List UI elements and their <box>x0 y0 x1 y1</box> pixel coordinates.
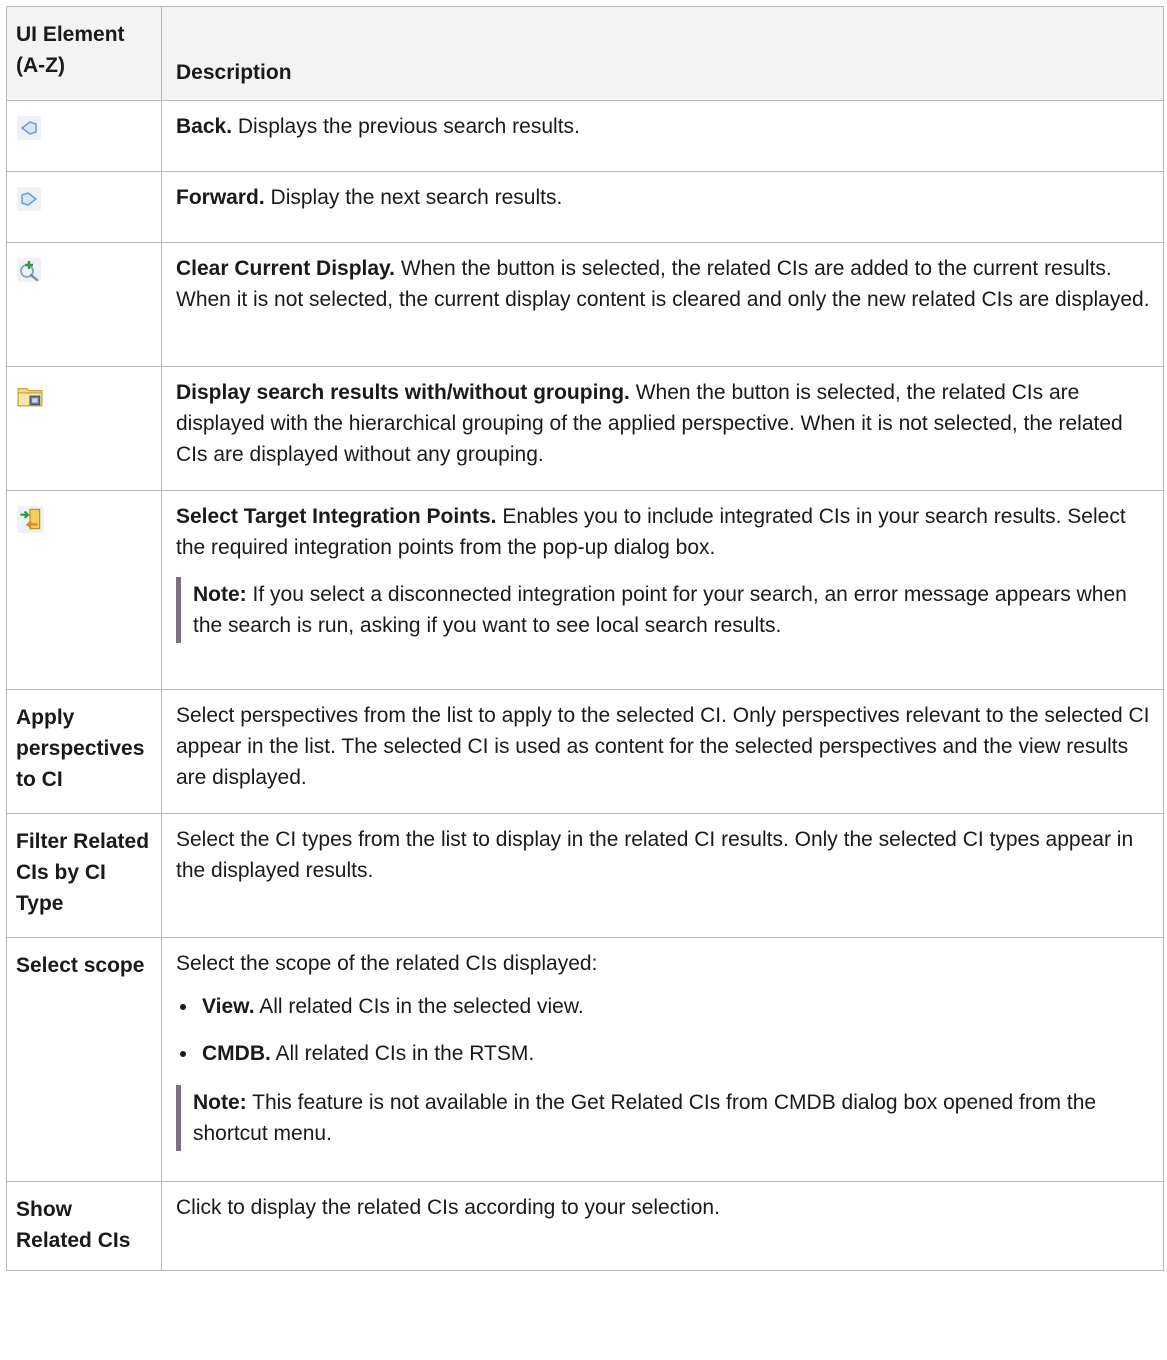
description-cell: Click to display the related CIs accordi… <box>161 1181 1164 1271</box>
row-text: Display the next search results. <box>264 186 563 209</box>
row-text: Displays the previous search results. <box>232 115 580 138</box>
bullet-label: CMDB. <box>202 1042 271 1065</box>
ui-element-cell <box>6 490 162 690</box>
note-block: Note: If you select a disconnected integ… <box>176 577 1155 643</box>
row-title: Forward. <box>176 186 265 209</box>
ui-element-cell <box>6 366 162 491</box>
description-cell: Back. Displays the previous search resul… <box>161 100 1164 172</box>
bullet-text: All related CIs in the RTSM. <box>270 1042 535 1065</box>
table-row: Apply perspectives to CI Select perspect… <box>6 689 1164 814</box>
table-row: Forward. Display the next search results… <box>6 171 1164 243</box>
row-text: Select the scope of the related CIs disp… <box>176 952 598 975</box>
description-cell: Display search results with/without grou… <box>161 366 1164 491</box>
integration-points-icon[interactable] <box>16 505 44 533</box>
table-row: Filter Related CIs by CI Type Select the… <box>6 813 1164 938</box>
table-row: Show Related CIs Click to display the re… <box>6 1181 1164 1271</box>
column-header-ui-element: UI Element (A-Z) <box>6 6 162 101</box>
note-block: Note: This feature is not available in t… <box>176 1085 1155 1151</box>
note-label: Note: <box>193 1091 247 1114</box>
ui-element-cell <box>6 100 162 172</box>
bullet-text: All related CIs in the selected view. <box>254 995 584 1018</box>
table-row: Display search results with/without grou… <box>6 366 1164 491</box>
bullet-label: View. <box>202 995 255 1018</box>
list-item: View. All related CIs in the selected vi… <box>180 991 1155 1022</box>
row-title: Select Target Integration Points. <box>176 505 497 528</box>
description-cell: Clear Current Display. When the button i… <box>161 242 1164 367</box>
row-title: Clear Current Display. <box>176 257 396 280</box>
description-cell: Select the CI types from the list to dis… <box>161 813 1164 938</box>
ui-element-cell <box>6 242 162 367</box>
magnifier-plus-icon[interactable] <box>16 257 42 283</box>
ui-element-cell: Apply perspectives to CI <box>6 689 162 814</box>
description-cell: Select Target Integration Points. Enable… <box>161 490 1164 690</box>
table-row: Select Target Integration Points. Enable… <box>6 490 1164 690</box>
scope-list: View. All related CIs in the selected vi… <box>176 991 1155 1069</box>
row-title: Back. <box>176 115 233 138</box>
note-text: If you select a disconnected integration… <box>193 583 1127 637</box>
table-header-row: UI Element (A-Z) Description <box>6 6 1164 101</box>
row-title: Display search results with/without grou… <box>176 381 630 404</box>
table-row: Back. Displays the previous search resul… <box>6 100 1164 172</box>
note-label: Note: <box>193 583 247 606</box>
note-text: This feature is not available in the Get… <box>193 1091 1097 1145</box>
ui-element-cell: Select scope <box>6 937 162 1182</box>
forward-arrow-icon[interactable] <box>16 186 42 212</box>
folder-grouping-icon[interactable] <box>16 381 44 409</box>
table-row: Select scope Select the scope of the rel… <box>6 937 1164 1182</box>
ui-element-cell <box>6 171 162 243</box>
description-cell: Select perspectives from the list to app… <box>161 689 1164 814</box>
ui-elements-table: UI Element (A-Z) Description Back. Displ… <box>6 6 1164 1271</box>
ui-element-cell: Show Related CIs <box>6 1181 162 1271</box>
description-cell: Forward. Display the next search results… <box>161 171 1164 243</box>
ui-element-cell: Filter Related CIs by CI Type <box>6 813 162 938</box>
description-cell: Select the scope of the related CIs disp… <box>161 937 1164 1182</box>
column-header-description: Description <box>161 6 1164 101</box>
list-item: CMDB. All related CIs in the RTSM. <box>180 1038 1155 1069</box>
table-row: Clear Current Display. When the button i… <box>6 242 1164 367</box>
back-arrow-icon[interactable] <box>16 115 42 141</box>
